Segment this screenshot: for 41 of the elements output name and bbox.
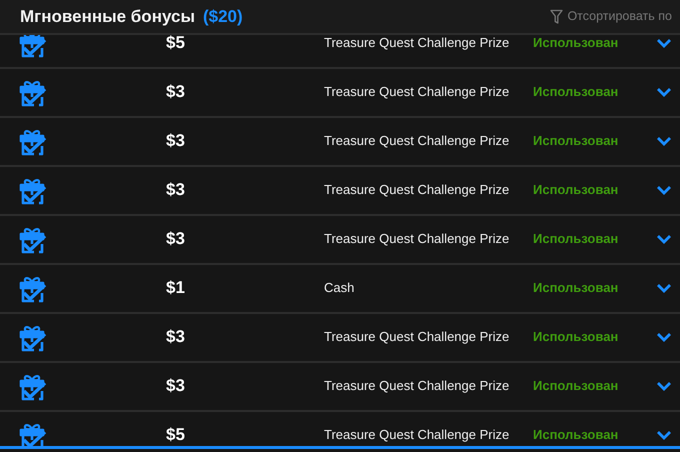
filter-icon	[550, 8, 564, 24]
bonus-amount: $1	[165, 278, 186, 298]
bonus-description: Treasure Quest Challenge Prize	[324, 428, 510, 443]
bonus-amount: $5	[165, 426, 186, 444]
bonus-total: ($20)	[202, 6, 243, 28]
bonus-amount: $3	[165, 132, 186, 150]
chevron-icon	[656, 332, 672, 342]
chevron-icon	[656, 430, 672, 440]
chevron-icon	[656, 283, 672, 294]
bonus-amount: $3	[165, 82, 186, 102]
chevron-icon	[656, 185, 672, 196]
bonus-description: Treasure Quest Challenge Prize	[324, 36, 510, 51]
bonus-description: Treasure Quest Challenge Prize	[324, 379, 510, 394]
chevron-icon	[656, 38, 672, 48]
bonus-description: Treasure Quest Challenge Prize	[324, 330, 510, 345]
chevron-icon	[656, 234, 672, 244]
bonus-status: Использован	[533, 183, 618, 198]
chevron-icon	[656, 87, 672, 98]
bonus-amount: $3	[165, 180, 186, 200]
bonus-status: Использован	[533, 379, 618, 394]
bonus-status: Использован	[533, 36, 618, 51]
bonus-amount: $3	[165, 328, 186, 346]
bonus-amount: $3	[165, 376, 186, 396]
bonus-description: Treasure Quest Challenge Prize	[324, 134, 510, 149]
bonus-amount: $5	[165, 35, 186, 52]
bonus-status: Использован	[533, 281, 618, 296]
bonus-status: Использован	[533, 428, 618, 443]
bonus-status: Использован	[533, 232, 618, 247]
bonus-status: Использован	[533, 330, 618, 345]
bonus-description: Treasure Quest Challenge Prize	[324, 183, 510, 198]
section-title: Мгновенные бонусы	[20, 6, 195, 28]
bonus-description: Treasure Quest Challenge Prize	[324, 232, 510, 247]
chevron-icon	[656, 381, 672, 392]
chevron-icon	[656, 136, 672, 146]
bonus-description: Cash	[324, 281, 356, 296]
bonus-status: Использован	[533, 85, 618, 100]
bonus-status: Использован	[533, 134, 618, 149]
bonus-amount: $3	[165, 230, 186, 248]
gift-check-icon	[18, 35, 48, 58]
sort-button[interactable]: Отсортировать по	[550, 7, 672, 26]
bonus-description: Treasure Quest Challenge Prize	[324, 85, 510, 100]
